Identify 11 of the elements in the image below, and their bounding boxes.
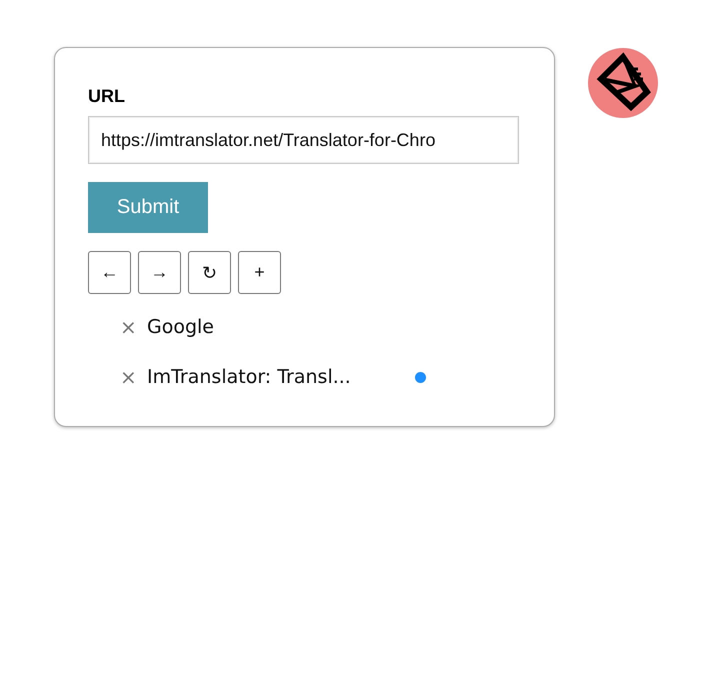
- logo-icon: [588, 48, 658, 118]
- url-field[interactable]: https://imtranslator.net/Translator-for-Chro: [88, 116, 519, 164]
- close-icon[interactable]: ×: [120, 365, 147, 389]
- nav-button[interactable]: ↻: [188, 251, 231, 294]
- nav-button[interactable]: ←: [88, 251, 131, 294]
- url-label: URL: [88, 86, 125, 107]
- nav-button[interactable]: →: [138, 251, 181, 294]
- tab-title[interactable]: ImTranslator: Transl...: [147, 366, 415, 388]
- nav-button[interactable]: +: [238, 251, 281, 294]
- tab-title[interactable]: Google: [147, 316, 415, 338]
- close-icon[interactable]: ×: [120, 315, 147, 339]
